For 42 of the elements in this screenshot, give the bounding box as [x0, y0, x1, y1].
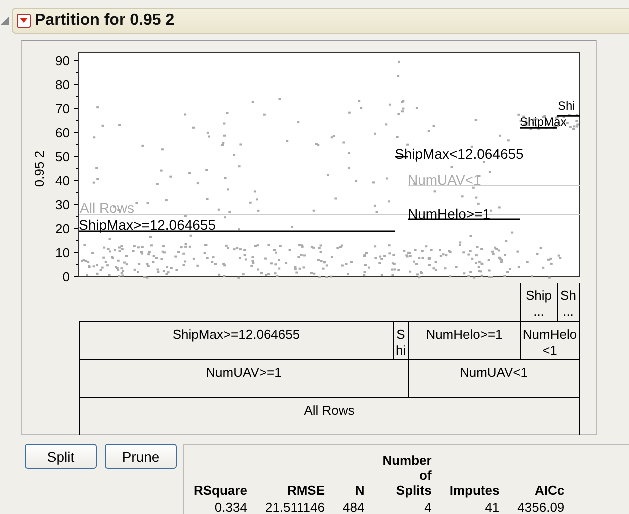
table-cell: 4 [364, 500, 432, 514]
table-cell-text: 4356.09 [516, 500, 565, 514]
tree-node[interactable]: All Rows [79, 397, 580, 435]
tree-node[interactable]: Sh ... [557, 283, 580, 321]
tree-node[interactable]: NumUAV>=1 [79, 359, 408, 397]
tick-label: 30 [56, 198, 70, 212]
table-cell: 21.511146 [247, 500, 325, 514]
outline-title: Partition for 0.95 2 [35, 12, 175, 30]
tick-label: 10 [56, 246, 70, 260]
disclosure-triangle-icon[interactable] [1, 17, 9, 25]
split-label[interactable]: ShipMax>=12.064655 [79, 217, 216, 233]
column-header: N [325, 453, 365, 500]
dropdown-menu-icon[interactable] [17, 14, 31, 28]
split-label[interactable]: ShipMax [520, 115, 567, 129]
tree-node[interactable]: NumUAV<1 [408, 359, 580, 397]
tick-label: 90 [56, 54, 70, 68]
tree-node[interactable]: Ship ... [520, 283, 557, 321]
table-cell-text: 484 [342, 500, 365, 514]
column-header: Number of Splits [382, 453, 432, 500]
tick-label: 50 [56, 150, 70, 164]
column-header: RSquare [194, 482, 248, 500]
action-button[interactable]: Split [25, 444, 97, 469]
split-label[interactable]: ShipMax<12.064655 [395, 146, 524, 162]
tick-label: 60 [56, 126, 70, 140]
column-header: RMSE [286, 482, 325, 500]
split-label[interactable]: NumHelo>=1 [408, 206, 490, 222]
tree-node[interactable]: NumHelo<1 [520, 321, 580, 359]
tree-node[interactable]: NumHelo>=1 [408, 321, 520, 359]
table-cell-text: 41 [484, 500, 500, 514]
tree-node[interactable]: ShipMax>=12.064655 [79, 321, 393, 359]
split-label[interactable]: Shi [558, 99, 576, 113]
tick-label: 70 [56, 102, 70, 116]
tick-label: 80 [56, 78, 70, 92]
table-cell-text: 0.334 [214, 500, 248, 514]
tree-node[interactable]: Shi [393, 321, 408, 359]
action-button[interactable]: Prune [105, 444, 177, 469]
column-header: Imputes [432, 453, 500, 500]
tick-label: 40 [56, 174, 70, 188]
tick-label: 20 [56, 222, 70, 236]
column-header: AICc [500, 453, 565, 500]
tick-label: 0 [62, 270, 70, 283]
y-axis-label: 0.95 2 [32, 150, 47, 188]
